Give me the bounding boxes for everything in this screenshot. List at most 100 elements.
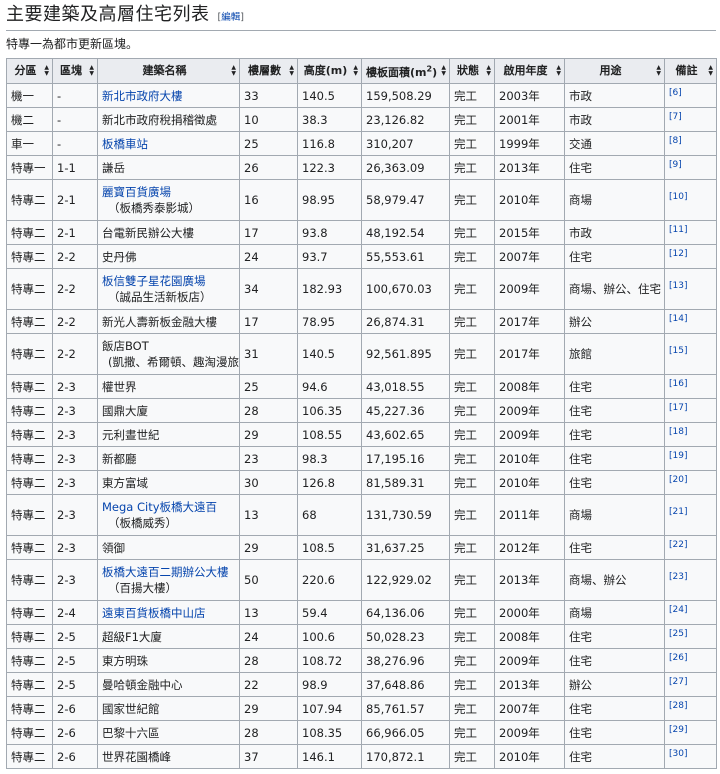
zone-cell: 特專二 <box>6 268 53 310</box>
reference-link[interactable]: [24] <box>669 605 687 615</box>
building-link[interactable]: 板橋車站 <box>102 137 148 151</box>
reference-link[interactable]: [26] <box>669 653 687 663</box>
col-header-height[interactable]: 高度(m) ▲ ▼ <box>297 58 362 84</box>
col-header-floors[interactable]: 樓層數 ▲ ▼ <box>239 58 298 84</box>
col-header-ref[interactable]: 備註 ▲ ▼ <box>664 58 717 84</box>
col-header-zone[interactable]: 分區 ▲ ▼ <box>6 58 53 84</box>
building-link[interactable]: 麗寶百貨廣場 <box>102 185 171 199</box>
status-cell: 完工 <box>449 624 495 649</box>
reference-link[interactable]: [8] <box>669 136 682 146</box>
reference-link[interactable]: [20] <box>669 475 687 485</box>
use-cell: 住宅 <box>564 535 665 560</box>
reference-link[interactable]: [6] <box>669 88 682 98</box>
zone-cell: 特專一 <box>6 155 53 180</box>
reference-link[interactable]: [25] <box>669 629 687 639</box>
reference-link[interactable]: [12] <box>669 249 687 259</box>
zone-cell: 特專二 <box>6 696 53 721</box>
year-cell: 2013年 <box>494 672 565 697</box>
reference-link[interactable]: [29] <box>669 725 687 735</box>
building-name-cell: 元利晝世紀 <box>97 422 240 447</box>
reference-cell: [28] <box>664 696 717 721</box>
reference-cell: [13] <box>664 268 717 310</box>
table-row: 特專二 2-6 巴黎十六區 28 108.35 66,966.05 完工 2009年 住宅 [29… <box>6 720 717 745</box>
reference-link[interactable]: [9] <box>669 160 682 170</box>
table-row: 機一 - 新北市政府大樓 33 140.5 159,508.29 完工 2003年 市政 [6] <box>6 83 717 108</box>
block-cell: 2-2 <box>52 244 98 269</box>
building-link[interactable]: 板信雙子星花園廣場 <box>102 274 206 288</box>
reference-link[interactable]: [15] <box>669 346 687 356</box>
area-cell: 64,136.06 <box>361 600 450 625</box>
building-alt-name: (凱撒、希爾頓、趣淘漫旅) <box>108 355 240 369</box>
block-cell: 2-4 <box>52 600 98 625</box>
building-name: 新都廳 <box>102 451 137 466</box>
building-alt-name: （板橋威秀） <box>108 516 177 530</box>
floors-cell: 10 <box>239 107 298 132</box>
height-cell: 59.4 <box>297 600 362 625</box>
building-link[interactable]: 新北市政府大樓 <box>102 89 183 103</box>
table-row: 特專二 2-2 史丹佛 24 93.7 55,553.61 完工 2007年 住宅 [12] <box>6 244 717 269</box>
floors-cell: 17 <box>239 220 298 245</box>
area-cell: 92,561.895 <box>361 333 450 375</box>
reference-link[interactable]: [10] <box>669 192 687 202</box>
height-cell: 108.5 <box>297 535 362 560</box>
floors-cell: 29 <box>239 422 298 447</box>
building-name: 元利晝世紀 <box>102 427 160 442</box>
col-header-block[interactable]: 區塊 ▲ ▼ <box>52 58 98 84</box>
reference-link[interactable]: [13] <box>669 281 687 291</box>
block-cell: 2-2 <box>52 268 98 310</box>
building-link[interactable]: 板橋大遠百二期辦公大樓 <box>102 565 229 579</box>
reference-link[interactable]: [23] <box>669 572 687 582</box>
reference-link[interactable]: [21] <box>669 507 687 517</box>
reference-cell: [22] <box>664 535 717 560</box>
area-cell: 17,195.16 <box>361 446 450 471</box>
floors-cell: 24 <box>239 244 298 269</box>
zone-cell: 特專二 <box>6 494 53 536</box>
reference-link[interactable]: [18] <box>669 427 687 437</box>
zone-cell: 特專二 <box>6 600 53 625</box>
status-cell: 完工 <box>449 744 495 769</box>
block-cell: 1-1 <box>52 155 98 180</box>
year-cell: 2009年 <box>494 422 565 447</box>
reference-link[interactable]: [30] <box>669 749 687 759</box>
reference-cell: [23] <box>664 559 717 601</box>
reference-cell: [29] <box>664 720 717 745</box>
floors-cell: 16 <box>239 179 298 221</box>
reference-link[interactable]: [11] <box>669 225 687 235</box>
edit-link[interactable]: 編輯 <box>221 12 240 23</box>
reference-cell: [11] <box>664 220 717 245</box>
table-row: 特專二 2-5 超級F1大廈 24 100.6 50,028.23 完工 2008年 住宅 [25… <box>6 624 717 649</box>
zone-cell: 特專二 <box>6 624 53 649</box>
use-cell: 辦公 <box>564 672 665 697</box>
sort-icon: ▲ ▼ <box>441 64 446 77</box>
sort-icon: ▲ ▼ <box>89 64 94 77</box>
height-cell: 98.95 <box>297 179 362 221</box>
col-header-status[interactable]: 狀態 ▲ ▼ <box>449 58 495 84</box>
use-cell: 住宅 <box>564 155 665 180</box>
sort-icon: ▲ ▼ <box>656 64 661 77</box>
reference-link[interactable]: [16] <box>669 379 687 389</box>
col-header-name[interactable]: 建築名稱 ▲ ▼ <box>97 58 240 84</box>
col-header-use[interactable]: 用途 ▲ ▼ <box>564 58 665 84</box>
year-cell: 2010年 <box>494 744 565 769</box>
floors-cell: 29 <box>239 696 298 721</box>
reference-link[interactable]: [19] <box>669 451 687 461</box>
status-cell: 完工 <box>449 648 495 673</box>
reference-link[interactable]: [17] <box>669 403 687 413</box>
building-link[interactable]: Mega City板橋大遠百 <box>102 500 217 514</box>
building-name-cell: 飯店BOT (凱撒、希爾頓、趣淘漫旅) <box>97 333 240 375</box>
reference-link[interactable]: [28] <box>669 701 687 711</box>
zone-cell: 車一 <box>6 131 53 156</box>
sort-icon: ▲ ▼ <box>556 64 561 77</box>
building-name: 新北市政府稅捐稽徵處 <box>102 112 217 127</box>
floors-cell: 31 <box>239 333 298 375</box>
reference-link[interactable]: [7] <box>669 112 682 122</box>
reference-link[interactable]: [22] <box>669 540 687 550</box>
reference-cell: [8] <box>664 131 717 156</box>
col-header-area[interactable]: 樓板面積(m2) ▲ ▼ <box>361 58 450 84</box>
year-cell: 2000年 <box>494 600 565 625</box>
col-header-year[interactable]: 啟用年度 ▲ ▼ <box>494 58 565 84</box>
reference-link[interactable]: [14] <box>669 314 687 324</box>
year-cell: 2001年 <box>494 107 565 132</box>
reference-link[interactable]: [27] <box>669 677 687 687</box>
building-link[interactable]: 遠東百貨板橋中山店 <box>102 606 206 620</box>
